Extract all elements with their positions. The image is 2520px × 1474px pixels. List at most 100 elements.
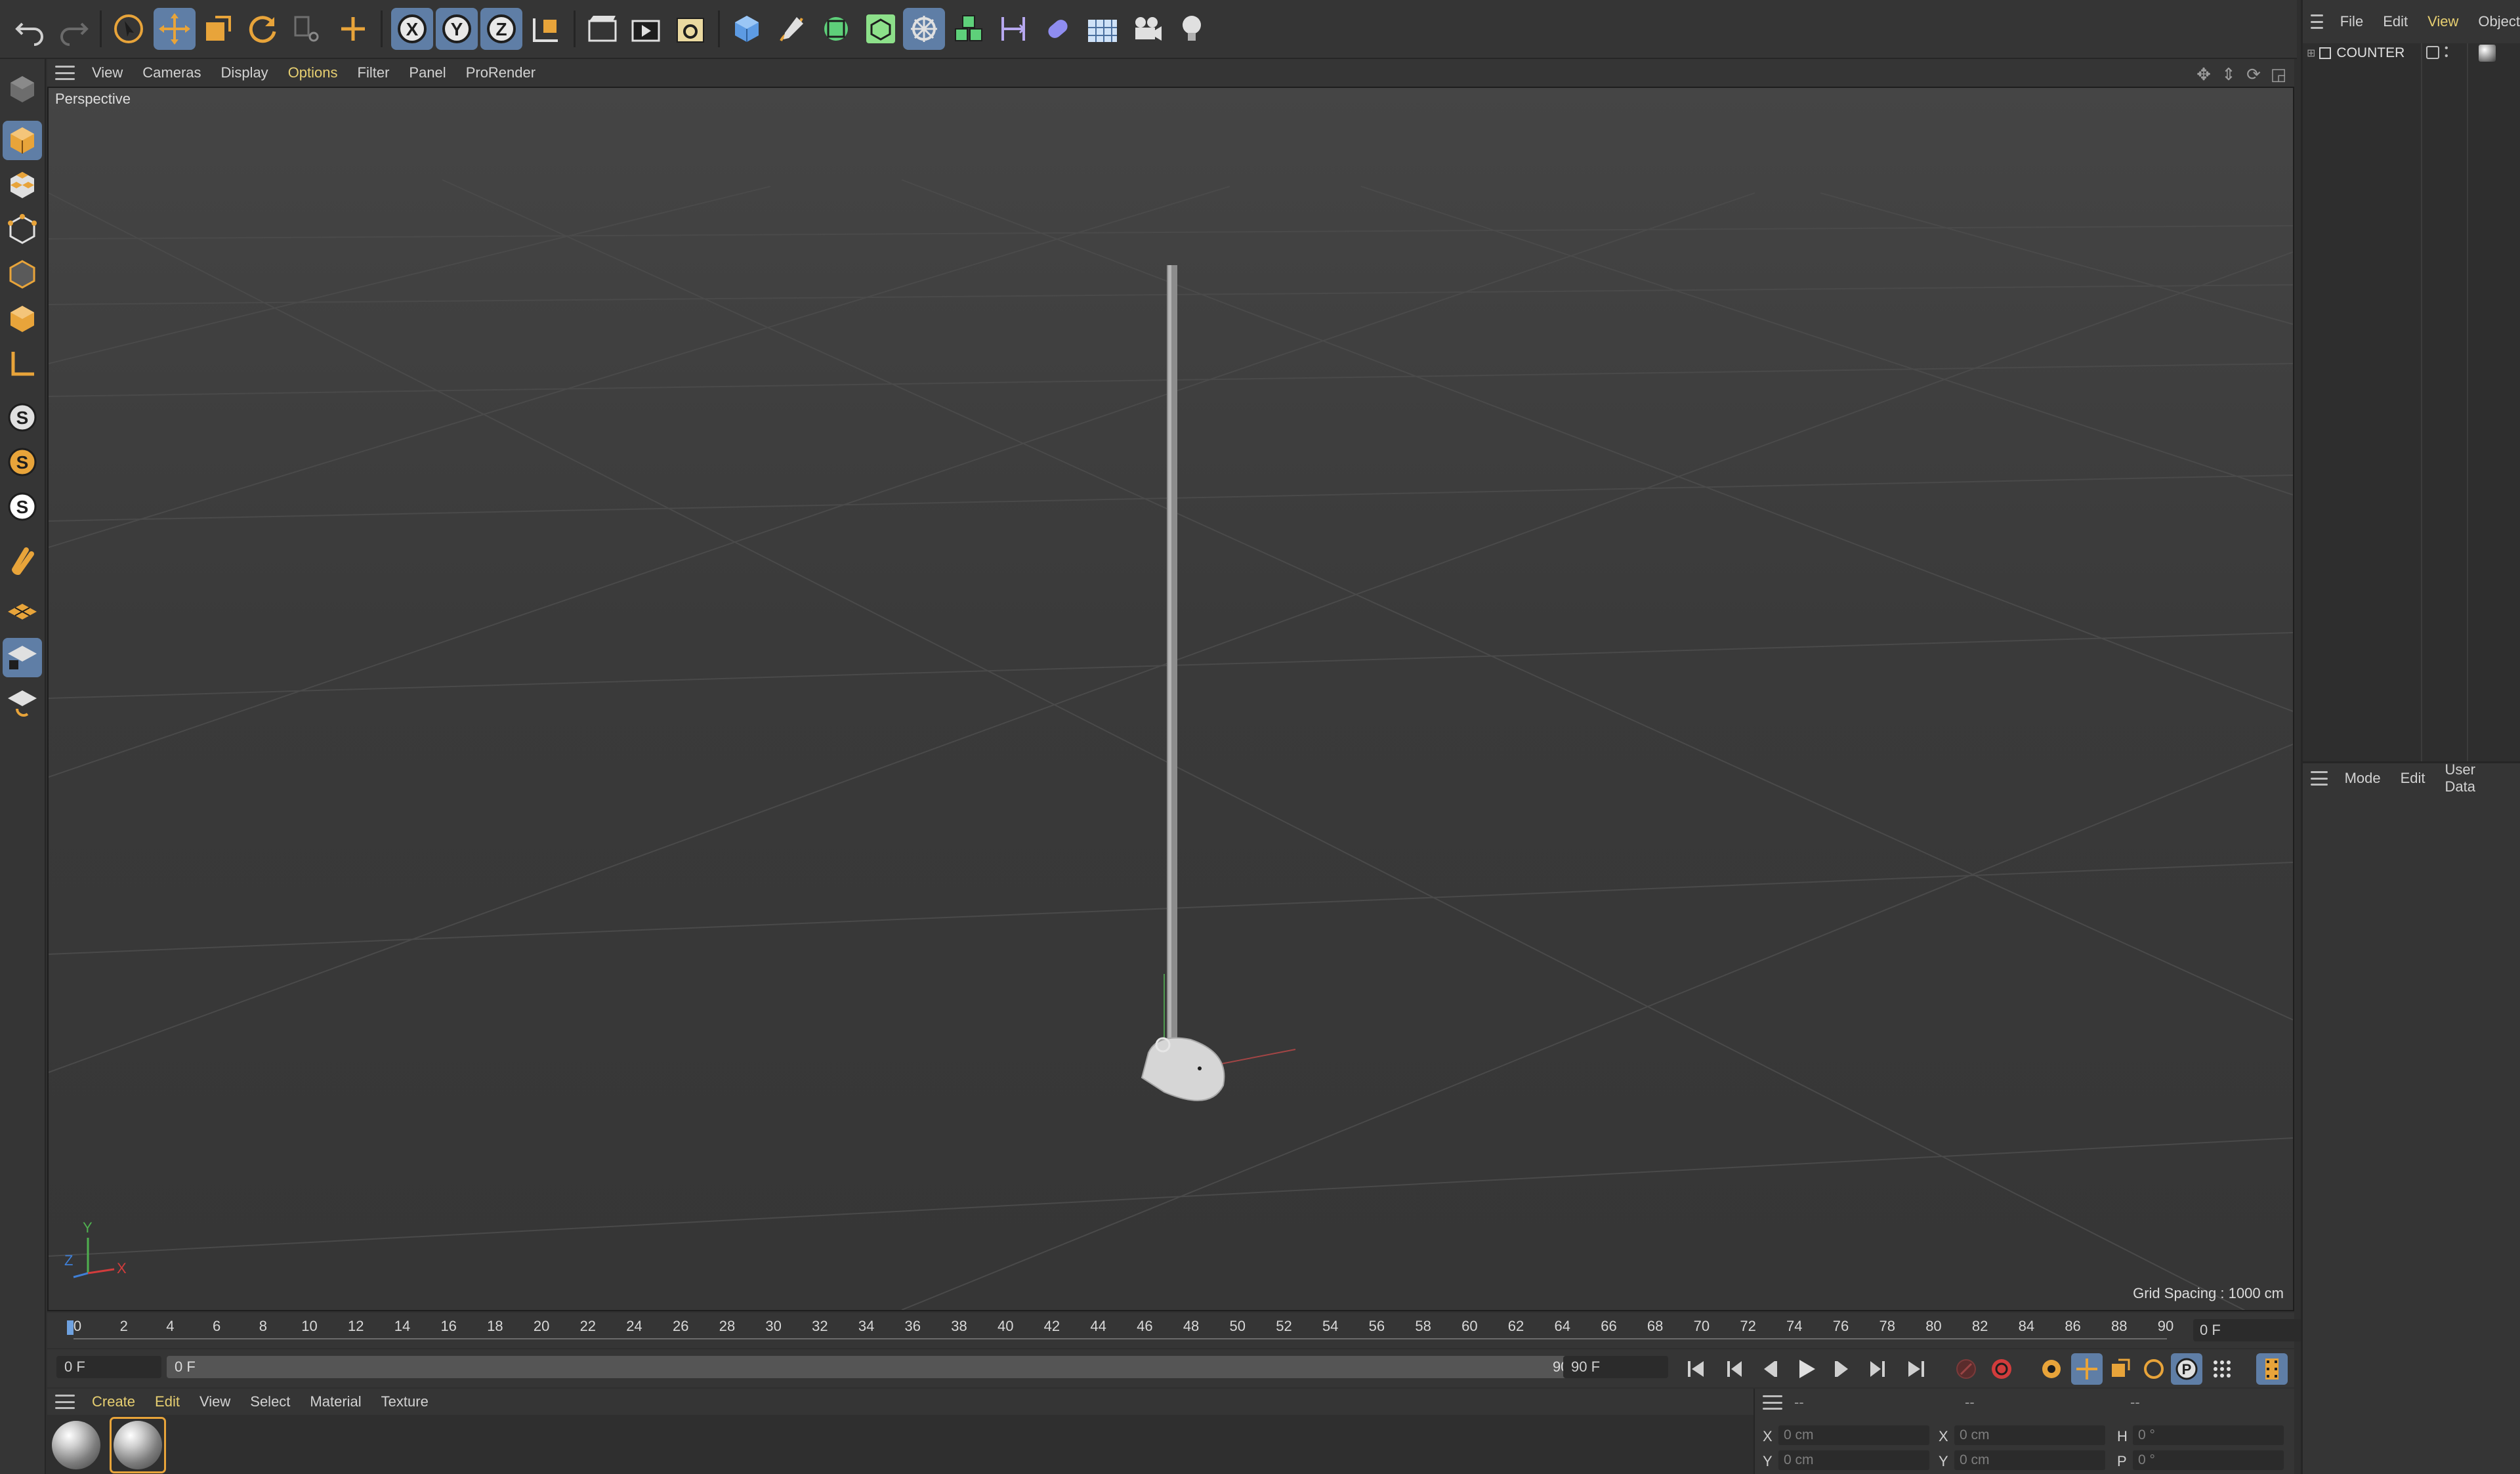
render-settings-button[interactable]	[669, 8, 711, 50]
next-frame-button[interactable]	[1827, 1353, 1858, 1385]
array-cubes-button[interactable]	[948, 8, 990, 50]
viewport-menu-cameras[interactable]: Cameras	[142, 64, 201, 81]
polygon-mode-button[interactable]	[3, 299, 42, 339]
light-object-button[interactable]	[1171, 8, 1213, 50]
attribute-hamburger-icon[interactable]	[2311, 771, 2328, 786]
soft-selection-button[interactable]: S	[3, 487, 42, 526]
position-y-field[interactable]: 0 cm	[1778, 1450, 1929, 1470]
pen-spline-button[interactable]	[770, 8, 812, 50]
coordinate-hamburger-icon[interactable]	[1763, 1395, 1782, 1410]
size-y-field[interactable]: 0 cm	[1954, 1450, 2105, 1470]
rotate-tool-button[interactable]	[242, 8, 284, 50]
viewport-hamburger-icon[interactable]	[55, 66, 75, 80]
material-menu-material[interactable]: Material	[310, 1393, 361, 1410]
timeline-ruler[interactable]: 0 2 4 6 8 10 12 14 16 18 20 22 24 26 28 30 32 34 36 38 40 42 4…	[47, 1313, 2344, 1348]
record-scale-button[interactable]	[2104, 1353, 2135, 1385]
cube-object-button[interactable]	[726, 8, 768, 50]
planar-workplane-button[interactable]	[3, 683, 42, 722]
counter-base-object[interactable]	[1141, 1037, 1225, 1101]
autokeying-button[interactable]	[1986, 1353, 2017, 1385]
size-x-field[interactable]: 0 cm	[1954, 1425, 2105, 1445]
recent-tool-button[interactable]	[286, 8, 328, 50]
attribute-menu-user-data[interactable]: User Data	[2445, 761, 2500, 795]
object-menu-edit[interactable]: Edit	[2383, 13, 2408, 30]
record-position-button[interactable]	[2071, 1353, 2103, 1385]
go-to-start-button[interactable]	[1680, 1353, 1712, 1385]
texture-mode-button[interactable]	[3, 165, 42, 205]
play-button[interactable]	[1790, 1353, 1822, 1385]
position-x-field[interactable]: 0 cm	[1778, 1425, 1929, 1445]
locked-workplane-button[interactable]	[3, 638, 42, 677]
pan-view-icon[interactable]: ✥	[2194, 64, 2213, 85]
render-to-picture-viewer-button[interactable]	[625, 8, 667, 50]
material-hamburger-icon[interactable]	[55, 1395, 75, 1409]
field-object-button[interactable]	[1037, 8, 1079, 50]
viewport-menu-panel[interactable]: Panel	[409, 64, 446, 81]
visibility-dots-icon[interactable]: • •	[2445, 43, 2448, 62]
material-menu-edit[interactable]: Edit	[155, 1393, 180, 1410]
viewport-menu-view[interactable]: View	[92, 64, 123, 81]
record-rotation-button[interactable]	[2138, 1353, 2170, 1385]
object-menu-file[interactable]: File	[2340, 13, 2363, 30]
move-tool-button[interactable]	[154, 8, 196, 50]
viewport-menu-display[interactable]: Display	[221, 64, 268, 81]
orbit-view-icon[interactable]: ⟳	[2244, 64, 2263, 85]
object-menu-object[interactable]: Object	[2478, 13, 2520, 30]
model-mode-button[interactable]	[3, 121, 42, 160]
scale-tool-button[interactable]	[197, 8, 239, 50]
object-row-counter[interactable]: ⊞ COUNTER • •	[2303, 43, 2520, 63]
undo-button[interactable]	[9, 8, 51, 50]
floor-object-button[interactable]	[1082, 8, 1124, 50]
render-view-button[interactable]	[581, 8, 623, 50]
material-tag-icon[interactable]	[2479, 45, 2496, 62]
deformer-bend-button[interactable]	[992, 8, 1034, 50]
playhead-marker[interactable]	[67, 1320, 74, 1335]
viewport-menu-prorender[interactable]: ProRender	[466, 64, 536, 81]
end-frame-field[interactable]: 90 F	[1563, 1356, 1668, 1378]
material-swatch-selected[interactable]	[110, 1417, 166, 1473]
timeline-window-button[interactable]	[2256, 1353, 2288, 1385]
material-menu-select[interactable]: Select	[250, 1393, 290, 1410]
rotation-p-field[interactable]: 0 °	[2133, 1450, 2284, 1470]
attribute-menu-mode[interactable]: Mode	[2345, 770, 2381, 787]
axis-mode-button[interactable]	[3, 344, 42, 383]
go-to-end-button[interactable]	[1900, 1353, 1932, 1385]
record-parameter-button[interactable]: P	[2171, 1353, 2202, 1385]
viewport-menu-options[interactable]: Options	[288, 64, 338, 81]
zoom-view-icon[interactable]: ⇕	[2219, 64, 2238, 85]
point-mode-button[interactable]	[3, 210, 42, 249]
keyframe-selection-button[interactable]	[2036, 1353, 2067, 1385]
previous-frame-button[interactable]	[1754, 1353, 1785, 1385]
attribute-menu-edit[interactable]: Edit	[2401, 770, 2426, 787]
material-swatch[interactable]	[50, 1419, 102, 1471]
editor-visibility-checkbox[interactable]	[2426, 46, 2439, 59]
magnet-button[interactable]	[3, 541, 42, 580]
extrude-generator-button[interactable]	[860, 8, 902, 50]
preview-range-slider[interactable]: 0 F 90 F	[167, 1356, 1589, 1378]
live-selection-button[interactable]	[108, 8, 150, 50]
material-menu-view[interactable]: View	[200, 1393, 230, 1410]
object-menu-view[interactable]: View	[2427, 13, 2458, 30]
edge-mode-button[interactable]	[3, 255, 42, 294]
object-hamburger-icon[interactable]	[2311, 14, 2323, 29]
y-axis-lock-button[interactable]: Y	[436, 8, 478, 50]
record-point-level-button[interactable]	[2206, 1353, 2238, 1385]
material-menu-create[interactable]: Create	[92, 1393, 135, 1410]
camera-object-button[interactable]	[1126, 8, 1168, 50]
add-object-button[interactable]	[332, 8, 374, 50]
expand-toggle-icon[interactable]: ⊞	[2307, 47, 2315, 60]
snap-settings-button[interactable]: S	[3, 442, 42, 482]
mograph-cloner-button[interactable]	[903, 8, 945, 50]
material-menu-texture[interactable]: Texture	[381, 1393, 429, 1410]
workplane-button[interactable]	[3, 593, 42, 633]
previous-key-button[interactable]	[1719, 1353, 1751, 1385]
redo-button[interactable]	[52, 8, 94, 50]
make-editable-button[interactable]	[3, 70, 42, 109]
perspective-viewport[interactable]: Y X Z Perspective Grid Spacing : 1000 cm	[47, 87, 2294, 1311]
subdivision-surface-button[interactable]	[815, 8, 857, 50]
next-key-button[interactable]	[1861, 1353, 1893, 1385]
x-axis-lock-button[interactable]: X	[391, 8, 433, 50]
snap-button[interactable]: S	[3, 398, 42, 437]
z-axis-lock-button[interactable]: Z	[480, 8, 522, 50]
maximize-view-icon[interactable]: ◲	[2269, 64, 2288, 85]
